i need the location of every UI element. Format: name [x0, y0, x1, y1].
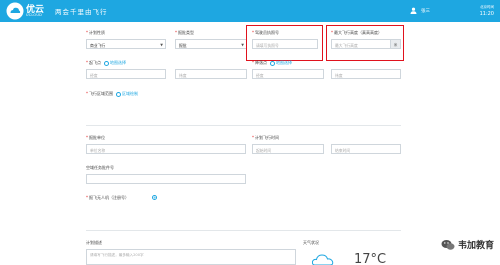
pilot-license-label: *驾驶员执照号 [252, 30, 279, 35]
watermark: 韦加教育 [441, 238, 494, 251]
report-unit-label: *报批单位 [86, 135, 105, 140]
cloud-icon [312, 254, 334, 265]
map-pin-icon[interactable] [104, 60, 109, 66]
report-unit-input[interactable]: 单位名称 [86, 144, 246, 154]
section-divider [86, 230, 401, 231]
top-navigation-bar: 优云 UCLOUD 两会千里由飞行 张三 北京时间 11:20 [0, 0, 500, 22]
brand-subtitle: UCLOUD [26, 13, 43, 17]
plan-time-end-input[interactable]: 结束时间 [331, 144, 401, 154]
landing-lng-input[interactable]: 经度 [252, 69, 324, 79]
landing-label: *降落点 地图选择 [252, 60, 292, 66]
plan-time-start-input[interactable]: 起始时间 [252, 144, 324, 154]
mission-number-input[interactable] [86, 174, 246, 184]
plan-type-select[interactable]: 商业飞行 ▼ [86, 39, 166, 49]
wechat-icon [441, 239, 455, 250]
plan-time-label: *计划飞行时间 [252, 135, 279, 140]
clock-label: 北京时间 [480, 5, 494, 9]
area-draw-link[interactable]: 区域绘制 [122, 91, 138, 96]
chevron-down-icon: ▼ [160, 43, 163, 47]
clock: 北京时间 11:20 [480, 5, 494, 17]
landing-lat-input[interactable]: 纬度 [331, 69, 401, 79]
user-icon[interactable] [410, 7, 417, 14]
plan-type-label: *计划性质 [86, 30, 105, 35]
takeoff-lat-input[interactable]: 纬度 [175, 69, 247, 79]
takeoff-label: *起飞点 地图选择 [86, 60, 126, 66]
pilot-license-input[interactable]: 请填写执照号 [252, 39, 318, 49]
altitude-unit: 米 [390, 40, 400, 48]
clock-time: 11:20 [479, 11, 494, 17]
chevron-down-icon: ▼ [241, 43, 244, 47]
cloud-logo-icon [6, 2, 24, 20]
watermark-text: 韦加教育 [457, 241, 494, 251]
plan-desc-textarea[interactable]: 请填写飞行描述，最多输入200字 [86, 249, 296, 265]
mission-number-label: 空域任务批件号 [86, 165, 114, 170]
max-altitude-label: *最大飞行高度（真高高度） [331, 30, 382, 35]
flight-area-label: *飞行区域范围 区域绘制 [86, 91, 138, 97]
map-pin-icon[interactable] [270, 60, 275, 66]
add-drone-button[interactable]: + [152, 195, 157, 200]
section-divider [86, 125, 401, 126]
landing-map-link[interactable]: 地图选择 [276, 60, 292, 65]
user-name[interactable]: 张三 [421, 8, 430, 14]
plan-desc-label: 计划描述 [86, 240, 102, 245]
max-altitude-input[interactable]: 最大飞行高度米 [331, 39, 401, 49]
takeoff-lng-input[interactable]: 经度 [86, 69, 166, 79]
weather-temperature: 17°C [354, 252, 387, 265]
takeoff-map-link[interactable]: 地图选择 [110, 60, 126, 65]
header-slogan: 两会千里由飞行 [55, 8, 108, 16]
map-pin-icon[interactable] [116, 91, 121, 97]
drone-label: *报飞无人机（注册号） [86, 195, 129, 200]
report-type-label: *报批类型 [175, 30, 194, 35]
weather-label: 天气状况 [303, 240, 319, 245]
report-type-select[interactable]: 报批 ▼ [175, 39, 247, 49]
